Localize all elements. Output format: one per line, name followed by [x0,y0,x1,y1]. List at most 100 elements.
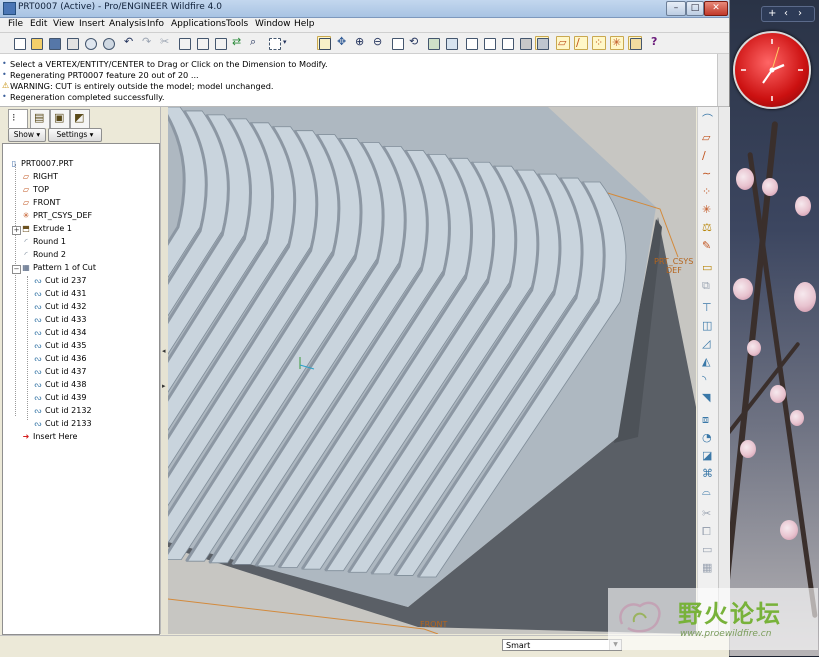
tree-item-cut[interactable]: ᔓ Cut id 432 [33,302,86,314]
hole-icon[interactable]: ⌒ [701,113,715,127]
shell-tool-icon[interactable]: ⧈ [701,413,715,427]
message-scrollbar[interactable] [717,54,729,106]
menu-analysis[interactable]: Analysis [109,19,146,29]
tree-item-front[interactable]: ▱ FRONT [21,198,60,210]
paste-icon[interactable] [195,36,209,50]
selection-filter[interactable]: Smart ▼ [502,639,622,651]
rib-tool-icon[interactable]: ◝ [701,373,715,387]
expand-toggle[interactable]: + [12,226,21,235]
tree-item-cut[interactable]: ᔓ Cut id 237 [33,276,86,288]
context-help-icon[interactable]: ? [650,35,664,50]
offset-tool-icon[interactable]: ⧠ [701,525,715,539]
model-3d-view[interactable] [168,107,696,634]
point-tool-icon[interactable]: ⁘ [701,185,715,199]
trim-tool-icon[interactable]: ✂ [701,507,715,521]
tree-item-cut[interactable]: ᔓ Cut id 437 [33,367,86,379]
datum-planes-icon[interactable]: ▱ [556,36,570,50]
show-button[interactable]: Show ▾ [8,128,46,142]
graphics-window[interactable]: PRT_CSYS DEF FRONT [168,107,696,634]
axis-tool-icon[interactable]: ∕ [701,149,715,163]
tree-item-cut[interactable]: ᔓ Cut id 438 [33,380,86,392]
csys-display-icon[interactable]: ✳ [610,36,624,50]
analysis-tool-icon[interactable]: ⚖ [701,221,715,235]
expand-right-icon[interactable]: ▸ [162,382,166,390]
tree-item-part[interactable]: ▯ PRT0007.PRT [9,159,73,171]
collapse-toggle[interactable]: − [12,265,21,274]
menu-info[interactable]: Info [147,19,164,29]
tree-item-cut[interactable]: ᔓ Cut id 434 [33,328,86,340]
tab-connections[interactable]: ◩ [70,109,90,129]
sketch-tool-icon[interactable]: ✎ [701,239,715,253]
saved-views-icon[interactable] [426,36,440,50]
pattern-tool-icon[interactable]: ⌘ [701,467,715,481]
collapse-left-icon[interactable]: ◂ [162,347,166,355]
send-link-icon[interactable] [101,36,115,50]
tree-item-cut[interactable]: ᔓ Cut id 2132 [33,406,91,418]
tree-item-cut[interactable]: ᔓ Cut id 436 [33,354,86,366]
tree-item-round2[interactable]: ◜ Round 2 [21,250,66,262]
menu-file[interactable]: File [8,19,23,29]
plane-tool-icon[interactable]: ▱ [701,131,715,145]
find-icon[interactable]: ⌕ [249,35,263,50]
extrude-tool-icon[interactable]: ⊤ [701,301,715,315]
title-bar[interactable]: PRT0007 (Active) - Pro/ENGINEER Wildfire… [0,0,729,18]
datum-axes-icon[interactable]: ∕ [574,36,588,50]
add-gadget-icon[interactable]: + [768,7,776,21]
chamfer-tool-icon[interactable]: ◪ [701,449,715,463]
tree-item-cut[interactable]: ᔓ Cut id 433 [33,315,86,327]
shading-icon[interactable] [518,36,532,50]
tree-item-pattern[interactable]: ▦ Pattern 1 of Cut [21,263,96,275]
spin-center-icon[interactable] [317,36,331,50]
orient-mode-icon[interactable]: ✥ [336,35,350,50]
paste-special-icon[interactable] [213,36,227,50]
revolve-tool-icon[interactable]: ◫ [701,319,715,333]
open-folder-icon[interactable] [29,36,43,50]
regenerate-icon[interactable]: ⇄ [231,35,245,50]
settings-button[interactable]: Settings ▾ [48,128,102,142]
print-icon[interactable] [65,36,79,50]
mirror-icon[interactable]: ⧉ [701,279,715,293]
tree-item-extrude[interactable]: ⬒ Extrude 1 [21,224,72,236]
hidden-line-icon[interactable] [482,36,496,50]
menu-edit[interactable]: Edit [30,19,47,29]
menu-help[interactable]: Help [294,19,315,29]
tree-item-round1[interactable]: ◜ Round 1 [21,237,66,249]
right-scrollbar[interactable] [718,107,730,634]
cut-icon[interactable]: ✂ [159,35,173,50]
gadget-bar[interactable]: + ‹ › [761,6,815,22]
reorient-icon[interactable]: ⟲ [408,35,422,50]
wireframe-icon[interactable] [464,36,478,50]
zoom-in-icon[interactable]: ⊕ [354,35,368,50]
tree-item-top[interactable]: ▱ TOP [21,185,49,197]
no-hidden-icon[interactable] [500,36,514,50]
thicken-tool-icon[interactable]: ▭ [701,543,715,557]
datum-points-icon[interactable]: ⁘ [592,36,606,50]
selection-box-icon[interactable] [267,36,281,50]
menu-tools[interactable]: Tools [226,19,248,29]
minimize-button[interactable]: – [666,1,686,16]
annotations-icon[interactable] [628,36,642,50]
tree-item-cut[interactable]: ᔓ Cut id 439 [33,393,86,405]
zoom-out-icon[interactable]: ⊖ [372,35,386,50]
tree-item-cut[interactable]: ᔓ Cut id 435 [33,341,86,353]
shading-edges-icon[interactable] [535,36,549,50]
next-gadget-icon[interactable]: › [798,7,802,21]
dropdown-arrow-icon[interactable]: ▾ [282,36,290,50]
layers-icon[interactable] [444,36,458,50]
round-tool-icon[interactable]: ◔ [701,431,715,445]
copy-paste-icon[interactable]: ▭ [701,261,715,275]
csys-tool-icon[interactable]: ✳ [701,203,715,217]
close-button[interactable]: ✕ [704,1,728,16]
undo-icon[interactable]: ↶ [123,35,137,50]
tree-item-csys[interactable]: ✳ PRT_CSYS_DEF [21,211,93,223]
tree-item-right[interactable]: ▱ RIGHT [21,172,58,184]
copy-icon[interactable] [177,36,191,50]
send-mail-icon[interactable] [83,36,97,50]
solidify-tool-icon[interactable]: ▦ [701,561,715,575]
new-file-icon[interactable] [12,36,26,50]
menu-view[interactable]: View [53,19,74,29]
tab-folder-browser[interactable]: ▤ [30,109,50,129]
menu-window[interactable]: Window [255,19,291,29]
refit-icon[interactable] [390,36,404,50]
tab-model-tree[interactable]: ⁝ [8,109,28,129]
